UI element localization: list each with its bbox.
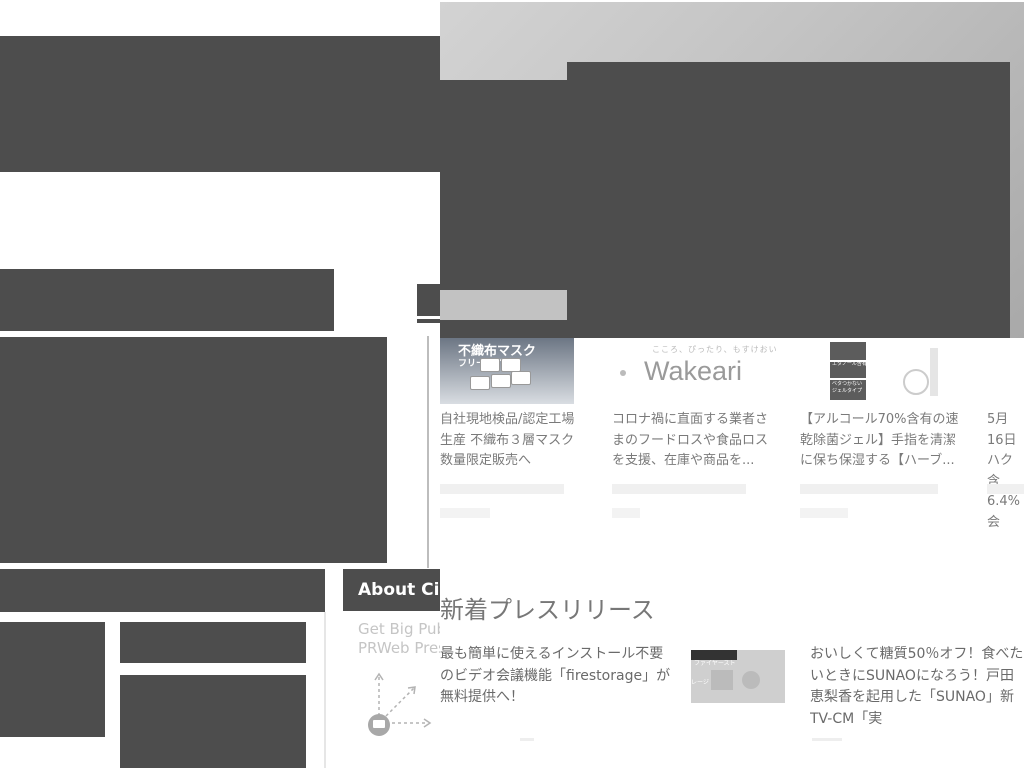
content-block-large <box>0 337 387 563</box>
wakeari-logo: Wakeari <box>644 356 743 386</box>
footer-bar-right[interactable] <box>120 622 306 663</box>
section-title: 新着プレスリリース <box>440 596 655 624</box>
mask-chip <box>480 358 500 372</box>
card-thumb-mask[interactable]: 不織布マスク フリーサイズ <box>440 338 574 404</box>
divider-vertical-2 <box>324 612 326 768</box>
about-title: About Cision PRWeb <box>358 580 440 600</box>
card-meta-3b <box>800 508 848 518</box>
card-title-1[interactable]: 自社現地検品/認定工場生産 不織布３層マスク数量限定販売へ <box>440 410 586 472</box>
divider-vertical-1 <box>427 336 429 568</box>
card-meta-1 <box>440 484 564 494</box>
card-meta-3 <box>800 484 938 494</box>
card-title-2[interactable]: コロナ禍に直面する業者さまのフードロスや食品ロスを支援、在庫や商品を... <box>612 410 770 472</box>
tab-marker-underline <box>417 319 440 323</box>
wakeari-dot-icon <box>620 370 626 376</box>
nav-block[interactable] <box>0 269 334 331</box>
footer-block-right[interactable] <box>120 675 306 768</box>
card-title-4[interactable]: 5月16日ハク含6.4%会 <box>987 410 1024 533</box>
release-text-1[interactable]: 最も簡単に使えるインストール不要のビデオ会議機能「firestorage」が無料… <box>440 644 674 709</box>
alc-tile <box>830 342 866 360</box>
alc-label: エタノール含有 <box>832 361 867 367</box>
mask-chip <box>511 371 531 385</box>
card-title-3[interactable]: 【アルコール70%含有の速乾除菌ジェル】手指を清潔に保ち保湿する【ハーブ... <box>800 410 960 472</box>
about-text-line2: PRWeb Press <box>358 639 440 657</box>
release-meta-2 <box>812 738 842 741</box>
wakeari-tagline: こころ、ぴったり、もすけおい <box>652 345 778 354</box>
network-diagram-icon <box>368 672 432 736</box>
card-thumb-wakeari[interactable]: こころ、ぴったり、もすけおい Wakeari <box>612 340 782 404</box>
ad-panel-left-strip <box>440 80 567 290</box>
mask-chip <box>491 374 511 388</box>
ad-panel-main-block[interactable] <box>567 62 1010 338</box>
release-text-2[interactable]: おいしくて糖質50％オフ！食べたいときにSUNAOになろう！戸田恵梨香を起用した… <box>810 644 1024 730</box>
ad-panel-bottom-left <box>440 320 567 338</box>
card-meta-2 <box>612 484 746 494</box>
footer-block-header <box>0 569 325 612</box>
release-thumb-header: ファイヤーストレージ <box>691 650 737 686</box>
release-meta-1 <box>520 738 534 741</box>
footer-thumb-left[interactable] <box>0 622 105 737</box>
tab-marker[interactable] <box>417 284 440 316</box>
card-meta-4 <box>987 484 1024 494</box>
about-header: About Cision PRWeb <box>343 569 440 611</box>
alc-label-2: ベタつかないジェルタイプ <box>832 381 863 394</box>
about-text: Get Big Publicity PRWeb Press <box>358 620 440 658</box>
card-thumb-alcohol[interactable]: エタノール含有 ベタつかないジェルタイプ <box>830 338 940 404</box>
ad-panel-light-strip <box>440 290 567 320</box>
bottle-icon <box>903 348 938 396</box>
mask-chip <box>501 358 521 372</box>
card-meta-2b <box>612 508 640 518</box>
release-thumb[interactable]: ファイヤーストレージ <box>691 650 785 703</box>
banner-block-top <box>0 36 440 172</box>
mask-chip <box>470 376 490 390</box>
about-text-line1: Get Big Publicity <box>358 620 440 638</box>
illustration-icon <box>711 670 760 690</box>
card-meta-1b <box>440 508 490 518</box>
